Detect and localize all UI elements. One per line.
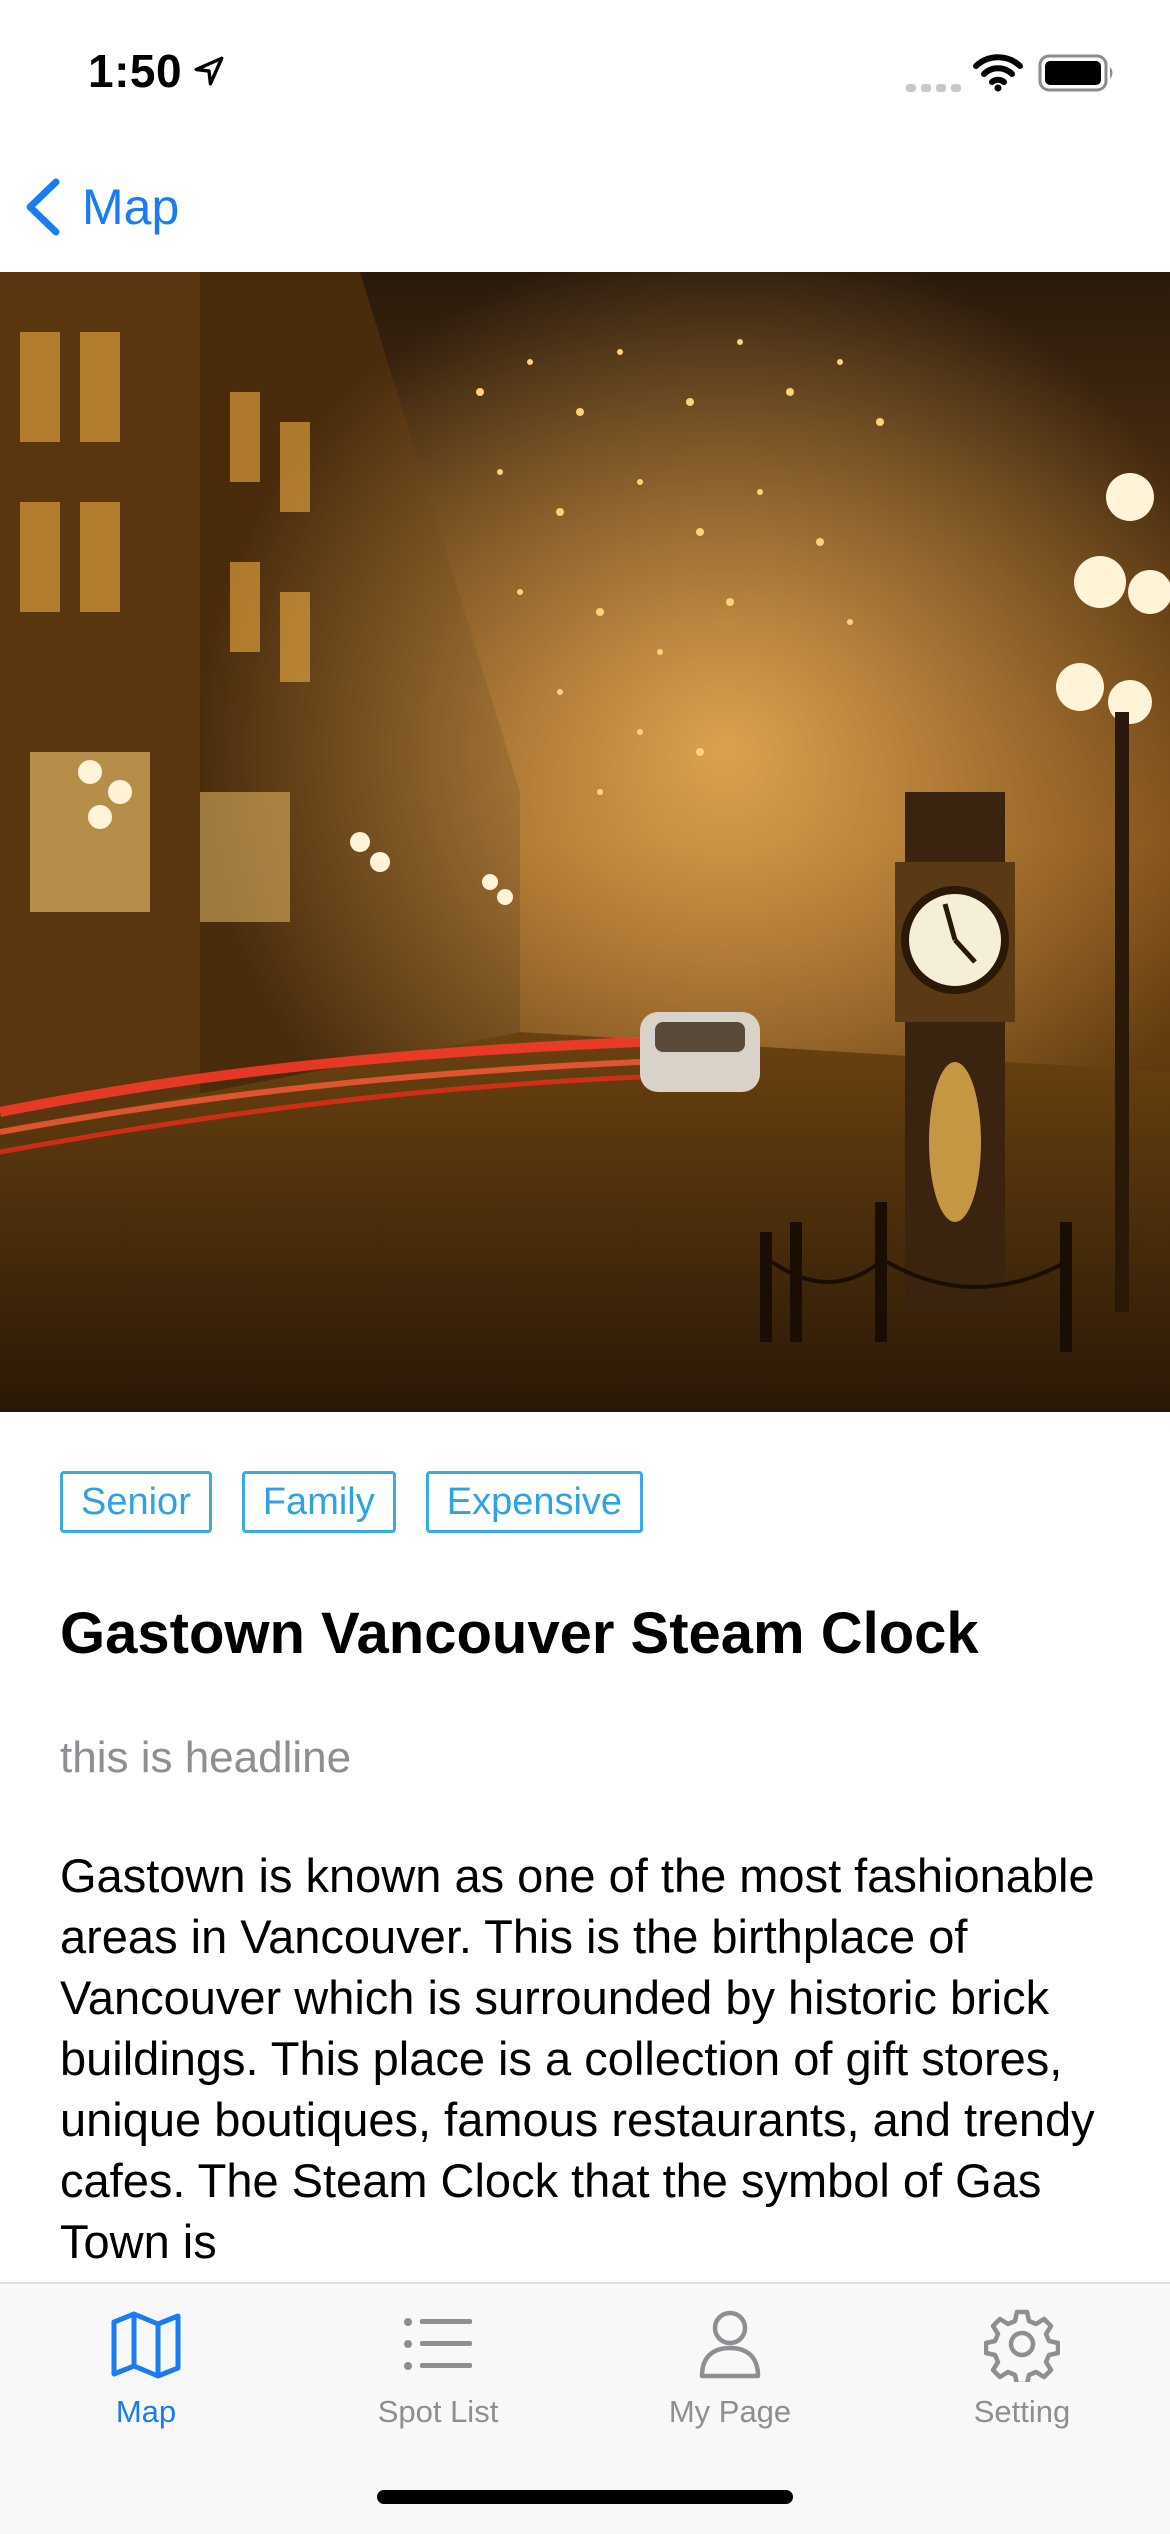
back-label: Map <box>82 179 180 235</box>
status-bar: 1:50 <box>0 0 1170 150</box>
wifi-icon <box>973 54 1023 92</box>
spot-photo <box>0 272 1170 1412</box>
tab-map-label: Map <box>115 2394 177 2429</box>
tag-family[interactable]: Family <box>241 1471 396 1533</box>
list-icon <box>404 2318 472 2370</box>
tab-setting[interactable]: Setting <box>876 2306 1168 2446</box>
tab-spot-list-label: Spot List <box>377 2394 499 2429</box>
chevron-left-icon <box>26 178 60 236</box>
gear-icon <box>984 2309 1060 2382</box>
spot-description: Gastown is known as one of the most fash… <box>60 1849 1095 2268</box>
location-arrow-icon <box>194 56 224 86</box>
tab-setting-label: Setting <box>973 2394 1071 2429</box>
tag-expensive[interactable]: Expensive <box>425 1471 644 1533</box>
tab-spot-list[interactable]: Spot List <box>292 2306 584 2446</box>
tab-my-page[interactable]: My Page <box>584 2306 876 2446</box>
tag-list: Senior Family Expensive <box>60 1471 644 1533</box>
tab-my-page-label: My Page <box>668 2394 792 2429</box>
home-indicator[interactable] <box>377 2490 793 2504</box>
tag-senior[interactable]: Senior <box>60 1471 212 1533</box>
status-time: 1:50 <box>88 45 183 97</box>
spot-title: Gastown Vancouver Steam Clock <box>60 1601 979 1666</box>
person-icon <box>699 2310 761 2379</box>
battery-icon <box>1038 54 1113 92</box>
spot-headline: this is headline <box>60 1733 352 1782</box>
map-icon <box>111 2311 181 2379</box>
signal-icon <box>906 84 961 92</box>
tab-map[interactable]: Map <box>0 2306 292 2446</box>
back-button[interactable]: Map <box>22 170 179 244</box>
